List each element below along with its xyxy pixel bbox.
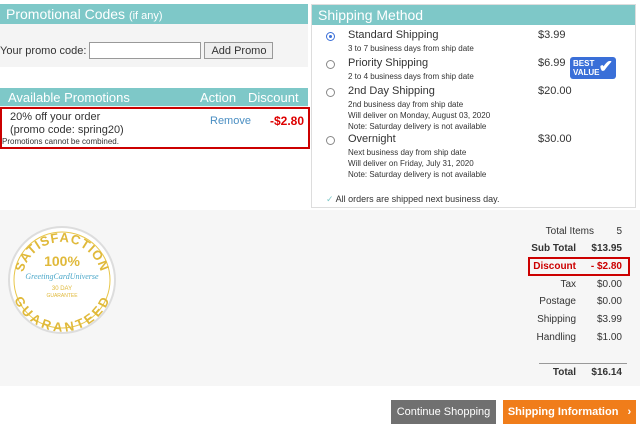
shipping-option-desc: 3 to 7 business days from ship date: [348, 44, 474, 53]
remove-promo-link[interactable]: Remove: [210, 115, 251, 127]
summary-value: $13.95: [591, 243, 622, 254]
shipping-information-button[interactable]: Shipping Information ›: [503, 400, 636, 424]
summary-postage: Postage $0.00: [539, 296, 622, 307]
summary-shipping: Shipping $3.99: [537, 314, 622, 325]
chevron-right-icon: ›: [627, 406, 632, 418]
promotions-note: Promotions cannot be combined.: [2, 137, 119, 146]
summary-value: $16.14: [591, 367, 622, 378]
shipping-note: ✓ All orders are shipped next business d…: [326, 194, 500, 205]
seal-brand: GreetingCardUniverse: [25, 272, 99, 281]
promo-codes-title: Promotional Codes: [6, 6, 126, 22]
summary-label: Handling: [536, 332, 576, 343]
add-promo-button[interactable]: Add Promo: [204, 42, 274, 59]
summary-label: Total: [552, 367, 576, 378]
summary-label: Shipping: [537, 314, 576, 325]
shipping-option-price: $30.00: [538, 133, 572, 145]
available-promotions-title: Available Promotions: [8, 89, 130, 105]
satisfaction-guarantee-seal: SATISFACTION GUARANTEED 100% GreetingCar…: [6, 224, 118, 336]
discount-column-header: Discount: [248, 89, 299, 105]
shipping-option-price: $3.99: [538, 29, 566, 41]
shipping-method-header: Shipping Method: [312, 5, 635, 25]
summary-value: $3.99: [596, 314, 622, 325]
shipping-option-name: Overnight: [348, 133, 396, 145]
2nd-day-shipping-radio[interactable]: [326, 88, 335, 97]
seal-guarantee: GUARANTEE: [46, 293, 78, 299]
overnight-shipping-radio[interactable]: [326, 136, 335, 145]
promo-code-label: Your promo code:: [0, 44, 87, 57]
shipping-method-panel: Shipping Method Standard Shipping 3 to 7…: [311, 4, 636, 208]
checkmark-icon: ✔: [598, 57, 613, 76]
shipping-option-desc: 2 to 4 business days from ship date: [348, 72, 474, 81]
promo-codes-header: Promotional Codes (if any): [0, 4, 308, 24]
summary-tax: Tax $0.00: [560, 279, 622, 290]
seal-percent: 100%: [44, 253, 80, 269]
summary-value: $1.00: [596, 332, 622, 343]
seal-days: 30 DAY: [52, 286, 72, 292]
continue-shopping-button[interactable]: Continue Shopping: [391, 400, 496, 424]
standard-shipping-radio[interactable]: [326, 32, 335, 41]
promo-codes-title-suffix: (if any): [128, 10, 163, 22]
shipping-information-label: Shipping Information: [507, 406, 619, 418]
promotion-description: 20% off your order (promo code: spring20…: [10, 111, 124, 137]
summary-value: $0.00: [596, 279, 622, 290]
summary-total-items: Total Items 5: [546, 226, 622, 237]
summary-handling: Handling $1.00: [537, 332, 622, 343]
promo-code-input[interactable]: [89, 42, 202, 59]
summary-value: 5: [616, 226, 622, 237]
summary-total: Total $16.14: [553, 367, 622, 378]
promo-code-row: Your promo code: Add Promo: [0, 42, 274, 59]
promotion-name: 20% off your order: [10, 111, 101, 123]
summary-value: - $2.80: [590, 261, 622, 272]
summary-label: Tax: [560, 279, 576, 290]
summary-value: $0.00: [596, 296, 622, 307]
summary-divider: [539, 363, 627, 364]
summary-label: Discount: [533, 261, 576, 272]
summary-label: Sub Total: [531, 243, 576, 254]
action-column-header: Action: [200, 89, 237, 105]
promotion-discount: -$2.80: [270, 114, 305, 128]
shipping-option-desc: Next business day from ship date Will de…: [348, 148, 487, 179]
summary-label: Total Items: [545, 226, 594, 237]
best-value-badge: BEST VALUE ✔: [570, 57, 616, 79]
shipping-option-price: $20.00: [538, 85, 572, 97]
available-promotions-header: Available Promotions Action Discount: [0, 88, 308, 106]
shipping-option-name: Standard Shipping: [348, 29, 439, 41]
seal-icon: SATISFACTION GUARANTEED 100% GreetingCar…: [8, 226, 116, 335]
priority-shipping-radio[interactable]: [326, 60, 335, 69]
summary-label: Postage: [539, 296, 576, 307]
shipping-note-text: All orders are shipped next business day…: [335, 194, 500, 204]
summary-discount: Discount - $2.80: [533, 261, 622, 272]
shipping-option-name: Priority Shipping: [348, 57, 429, 69]
shipping-option-desc: 2nd business day from ship date Will del…: [348, 100, 491, 131]
shipping-option-name: 2nd Day Shipping: [348, 85, 435, 97]
promotion-code: (promo code: spring20): [10, 124, 124, 136]
shipping-option-price: $6.99: [538, 57, 566, 69]
checkmark-icon: ✓: [326, 194, 334, 204]
summary-subtotal: Sub Total $13.95: [531, 243, 622, 254]
